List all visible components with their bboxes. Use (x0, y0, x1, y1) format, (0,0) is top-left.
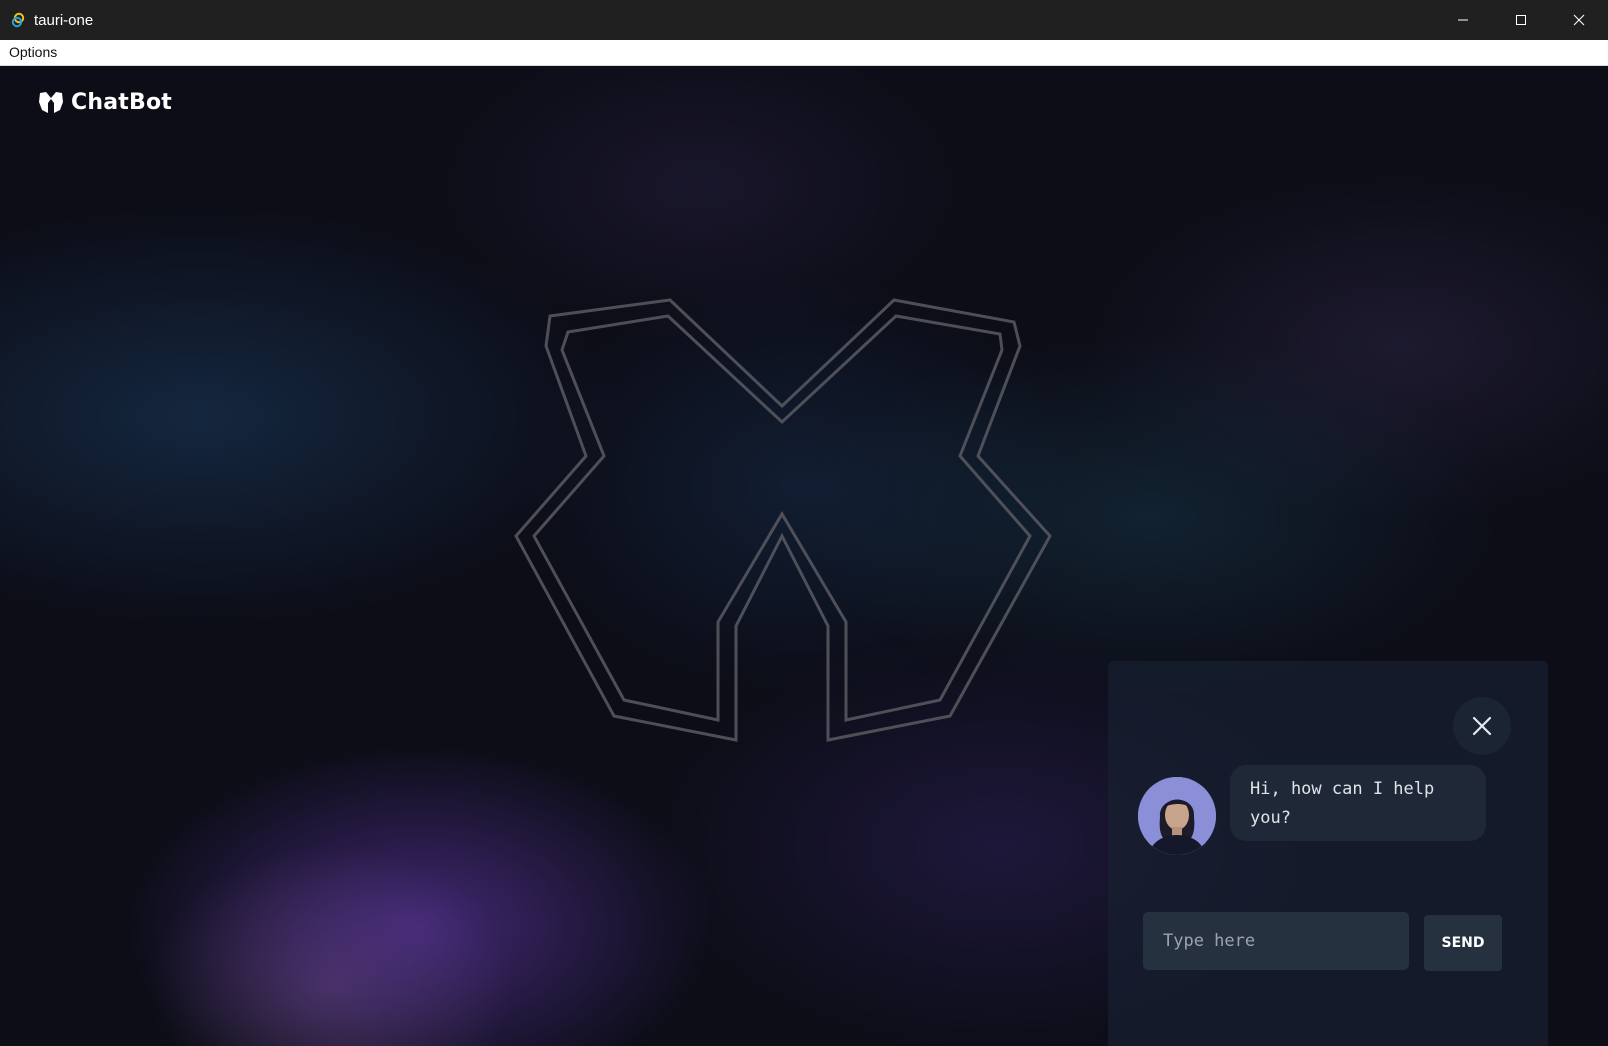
main-content: ChatBot Hi, how can I help you? Type her… (0, 66, 1608, 1046)
maximize-button[interactable] (1492, 0, 1550, 40)
tauri-app-icon (10, 12, 26, 28)
close-icon (1573, 14, 1585, 26)
close-icon (1472, 716, 1492, 736)
assistant-avatar (1138, 777, 1216, 855)
brand[interactable]: ChatBot (38, 90, 172, 115)
window-controls (1434, 0, 1608, 40)
chatbot-logo-icon (39, 91, 63, 113)
menu-bar: Options (0, 40, 1608, 66)
minimize-button[interactable] (1434, 0, 1492, 40)
maximize-icon (1516, 15, 1526, 25)
minimize-icon (1458, 19, 1468, 21)
window-title: tauri-one (34, 11, 94, 29)
chat-panel: Hi, how can I help you? SEND (1108, 661, 1548, 1046)
avatar-portrait (1138, 777, 1216, 855)
brand-name: ChatBot (71, 90, 172, 115)
bot-message-bubble: Hi, how can I help you? (1230, 765, 1486, 841)
menu-item-options[interactable]: Options (0, 40, 66, 65)
title-bar: tauri-one (0, 0, 1608, 40)
bot-message-text: Hi, how can I help you? (1250, 779, 1435, 828)
app-window: tauri-one Options ChatBot Hi, how can I … (0, 0, 1608, 1046)
send-button[interactable]: SEND (1424, 915, 1502, 971)
chatbot-logo-outline (514, 298, 1052, 742)
close-chat-button[interactable] (1453, 697, 1511, 755)
close-window-button[interactable] (1550, 0, 1608, 40)
message-input[interactable] (1143, 912, 1409, 970)
